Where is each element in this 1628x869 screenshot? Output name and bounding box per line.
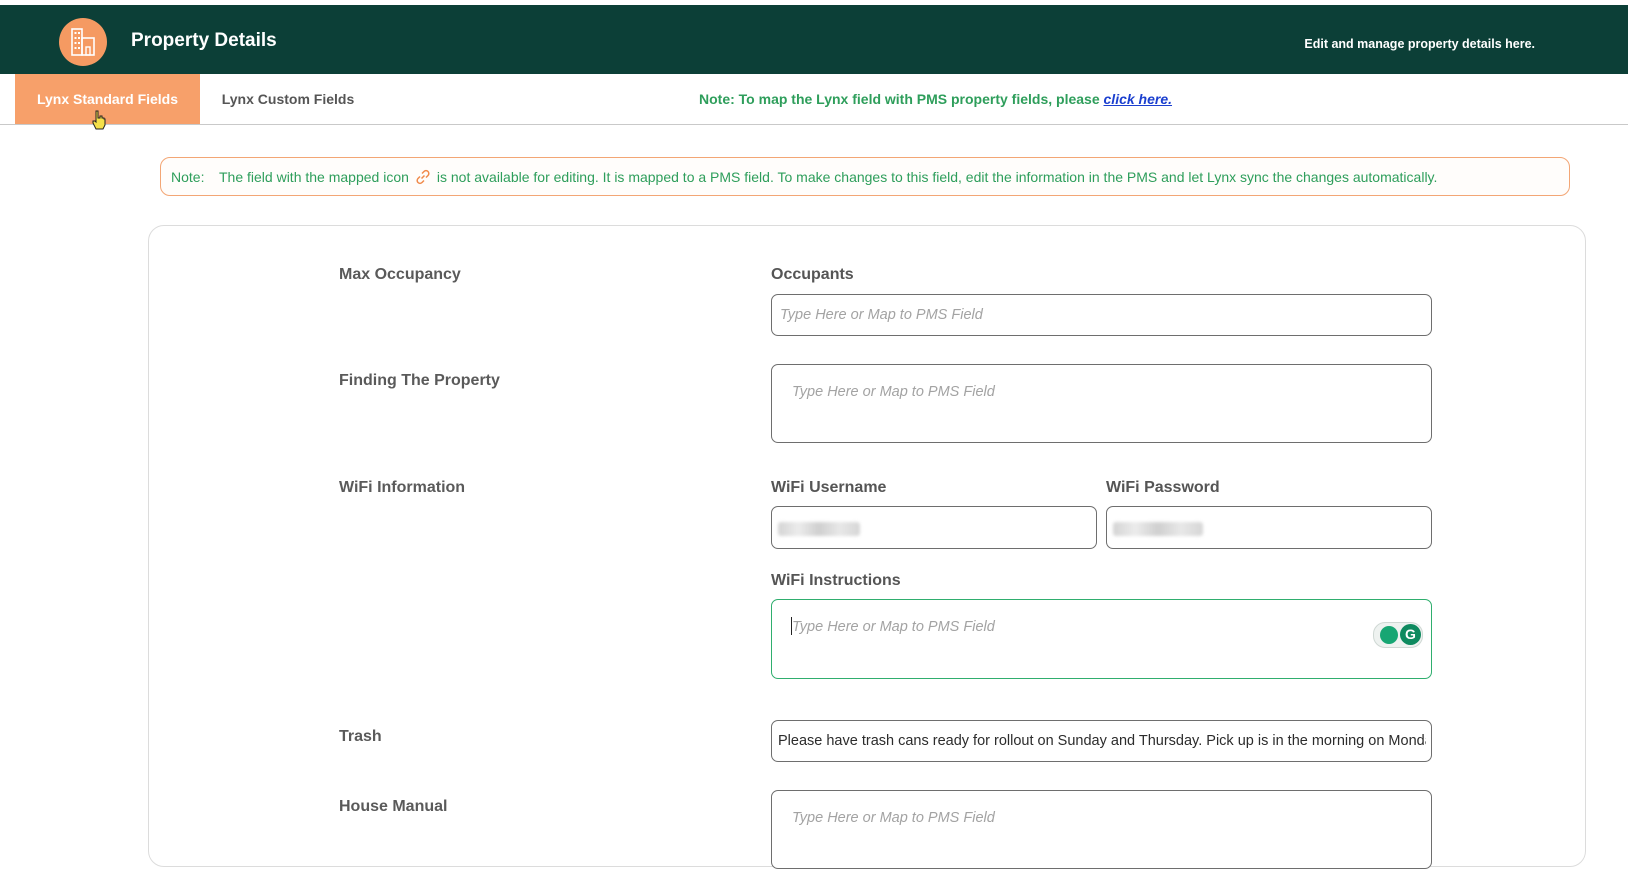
notice-label: Note: [171, 169, 205, 185]
max-occupancy-label: Max Occupancy [339, 266, 461, 283]
wifi-password-redacted [1113, 522, 1203, 536]
mapping-note-text: Note: To map the Lynx field with PMS pro… [699, 91, 1104, 107]
mapped-field-notice: Note: The field with the mapped icon is n… [160, 157, 1570, 196]
page-header: Property Details Edit and manage propert… [0, 5, 1628, 74]
notice-text: The field with the mapped icon is not ava… [219, 169, 1437, 185]
mapping-note: Note: To map the Lynx field with PMS pro… [699, 74, 1172, 124]
wifi-username-redacted [778, 522, 860, 536]
click-here-link[interactable]: click here. [1104, 91, 1173, 107]
wifi-information-label: WiFi Information [339, 479, 466, 496]
notice-text-after: is not available for editing. It is mapp… [436, 169, 1438, 185]
trash-value: Please have trash cans ready for rollout… [778, 733, 1426, 749]
building-icon [59, 18, 107, 66]
grammarly-icon[interactable]: G [1400, 624, 1421, 645]
grammarly-widget[interactable]: G [1373, 622, 1423, 648]
trash-input[interactable]: Please have trash cans ready for rollout… [771, 720, 1432, 762]
tab-lynx-standard-fields[interactable]: Lynx Standard Fields [15, 74, 200, 124]
trash-label: Trash [339, 728, 382, 745]
wifi-instructions-placeholder: Type Here or Map to PMS Field [792, 619, 995, 635]
house-manual-placeholder: Type Here or Map to PMS Field [792, 810, 995, 826]
occupants-placeholder: Type Here or Map to PMS Field [780, 307, 983, 323]
finding-property-textarea[interactable]: Type Here or Map to PMS Field [771, 364, 1432, 443]
wifi-password-label: WiFi Password [1106, 479, 1220, 496]
wifi-password-input[interactable] [1106, 506, 1432, 549]
tab-bar: Lynx Standard Fields Lynx Custom Fields … [0, 74, 1628, 125]
wifi-username-input[interactable] [771, 506, 1097, 549]
house-manual-label: House Manual [339, 798, 448, 815]
occupants-input[interactable]: Type Here or Map to PMS Field [771, 294, 1432, 336]
wifi-username-label: WiFi Username [771, 479, 887, 496]
link-icon [416, 169, 430, 185]
hand-cursor-icon [92, 110, 106, 130]
notice-text-before: The field with the mapped icon [219, 169, 409, 185]
wifi-instructions-textarea[interactable]: Type Here or Map to PMS Field G [771, 599, 1432, 679]
house-manual-textarea[interactable]: Type Here or Map to PMS Field [771, 790, 1432, 869]
finding-property-placeholder: Type Here or Map to PMS Field [792, 384, 995, 400]
wifi-instructions-label: WiFi Instructions [771, 572, 901, 589]
tab-lynx-custom-fields[interactable]: Lynx Custom Fields [212, 74, 364, 124]
finding-property-label: Finding The Property [339, 372, 500, 389]
lightbulb-icon[interactable] [1380, 626, 1398, 644]
page-title: Property Details [131, 30, 277, 51]
page-subtitle: Edit and manage property details here. [1304, 37, 1535, 51]
occupants-label: Occupants [771, 266, 854, 283]
